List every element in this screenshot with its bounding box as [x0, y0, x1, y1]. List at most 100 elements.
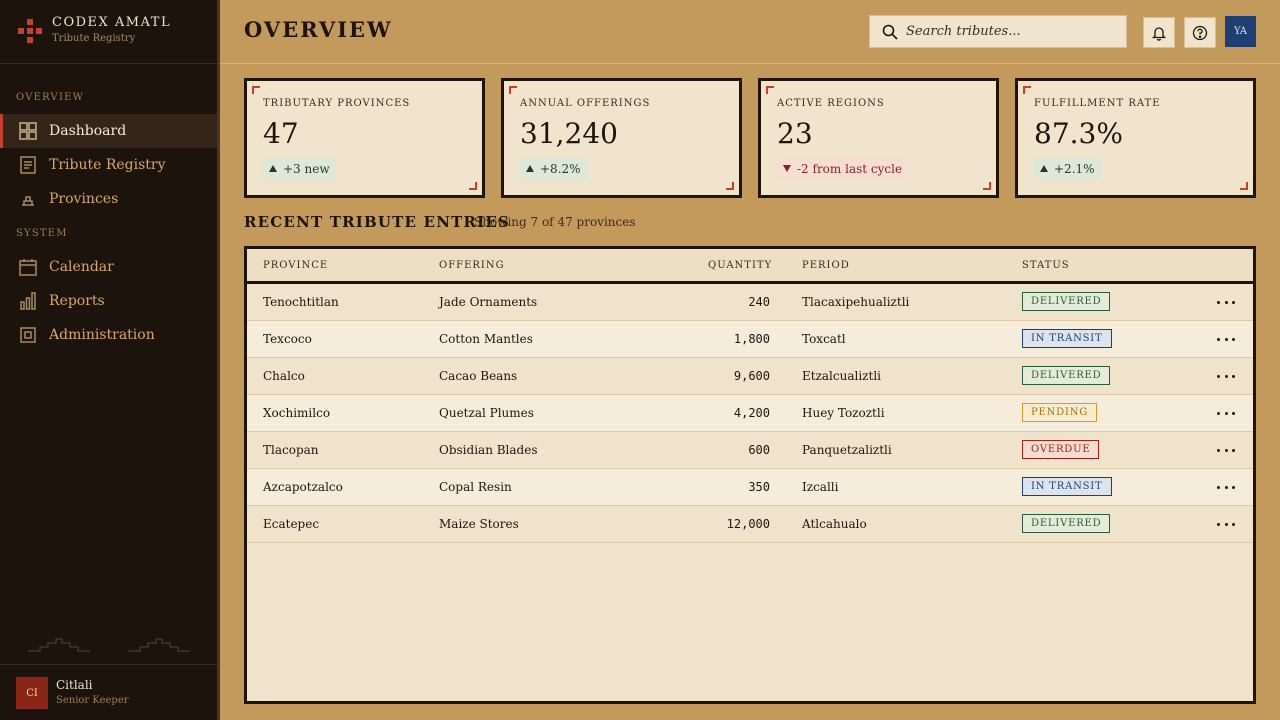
- sidebar-item-dashboard[interactable]: Dashboard: [0, 114, 217, 148]
- stat-card-tributary-provinces: TRIBUTARY PROVINCES 47 +3 new: [244, 78, 485, 198]
- table-row[interactable]: Chalco Cacao Beans 9,600 Etzalcualiztli …: [247, 358, 1253, 395]
- sidebar-item-label: Provinces: [49, 191, 119, 207]
- stat-delta: +2.1%: [1034, 157, 1101, 180]
- nav-section-overview: OVERVIEW: [16, 92, 85, 103]
- stat-delta: -2 from last cycle: [777, 157, 909, 180]
- search-input[interactable]: [906, 24, 1116, 39]
- search-box[interactable]: [869, 15, 1127, 48]
- topbar: OVERVIEW YA: [220, 0, 1280, 64]
- cell-period: Izcalli: [802, 480, 839, 494]
- main-content: OVERVIEW YA TRIBUTARY PROVINCES 47 +3 ne…: [220, 0, 1280, 720]
- cell-offering: Quetzal Plumes: [439, 406, 534, 420]
- cell-offering: Cotton Mantles: [439, 332, 533, 346]
- row-actions-button[interactable]: [1217, 369, 1235, 383]
- sidebar-item-label: Reports: [49, 293, 105, 309]
- cell-period: Atlcahualo: [802, 517, 867, 531]
- cell-quantity: 9,600: [733, 369, 770, 383]
- table-row[interactable]: Ecatepec Maize Stores 12,000 Atlcahualo …: [247, 506, 1253, 543]
- table-row[interactable]: Tlacopan Obsidian Blades 600 Panquetzali…: [247, 432, 1253, 469]
- brand-subtitle: Tribute Registry: [52, 33, 136, 44]
- cell-offering: Cacao Beans: [439, 369, 518, 383]
- user-avatar: CI: [16, 677, 48, 709]
- sidebar-item-reports[interactable]: Reports: [0, 284, 217, 318]
- bell-icon: [1151, 26, 1167, 41]
- row-actions-button[interactable]: [1217, 517, 1235, 531]
- sidebar-item-calendar[interactable]: Calendar: [0, 250, 217, 284]
- stat-delta-text: +2.1%: [1054, 161, 1095, 176]
- column-header-period[interactable]: PERIOD: [802, 260, 850, 271]
- row-actions-button[interactable]: [1217, 295, 1235, 309]
- stat-delta-text: +3 new: [283, 161, 330, 176]
- status-badge: IN TRANSIT: [1022, 477, 1112, 496]
- user-role: Senior Keeper: [56, 695, 129, 706]
- user-name: Citlali: [56, 678, 93, 692]
- sidebar-item-label: Administration: [49, 327, 155, 343]
- temple-icon: [19, 190, 37, 208]
- cell-period: Toxcatl: [802, 332, 846, 346]
- cell-offering: Jade Ornaments: [439, 295, 538, 309]
- column-header-offering[interactable]: OFFERING: [439, 260, 505, 271]
- table-row[interactable]: Texcoco Cotton Mantles 1,800 Toxcatl IN …: [247, 321, 1253, 358]
- cell-province: Chalco: [263, 369, 305, 383]
- cell-province: Xochimilco: [263, 406, 331, 420]
- sidebar-item-label: Tribute Registry: [49, 157, 166, 173]
- brand-title: CODEX AMATL: [52, 15, 172, 30]
- trend-down-icon: [783, 165, 791, 172]
- cell-quantity: 600: [748, 443, 770, 457]
- sidebar-item-label: Dashboard: [49, 123, 127, 139]
- cell-period: Huey Tozoztli: [802, 406, 885, 420]
- help-button[interactable]: [1184, 17, 1216, 48]
- stat-value: 87.3%: [1034, 117, 1123, 150]
- bar-chart-icon: [19, 292, 37, 310]
- cell-quantity: 350: [748, 480, 770, 494]
- row-actions-button[interactable]: [1217, 406, 1235, 420]
- column-header-quantity[interactable]: QUANTITY: [708, 260, 772, 271]
- row-actions-button[interactable]: [1217, 480, 1235, 494]
- page-title: OVERVIEW: [244, 17, 393, 42]
- status-badge: PENDING: [1022, 403, 1098, 422]
- sidebar-item-provinces[interactable]: Provinces: [0, 182, 217, 216]
- stat-value: 47: [263, 117, 299, 150]
- cell-province: Azcapotzalco: [263, 480, 343, 494]
- calendar-icon: [19, 258, 37, 276]
- table-row[interactable]: Tenochtitlan Jade Ornaments 240 Tlacaxip…: [247, 284, 1253, 321]
- sidebar-item-tribute-registry[interactable]: Tribute Registry: [0, 148, 217, 182]
- status-badge: DELIVERED: [1022, 514, 1111, 533]
- stat-label: FULFILLMENT RATE: [1034, 98, 1161, 109]
- stat-delta-text: -2 from last cycle: [797, 161, 903, 176]
- brand: CODEX AMATL Tribute Registry: [0, 0, 217, 64]
- trend-up-icon: [526, 165, 534, 172]
- cell-quantity: 240: [748, 295, 770, 309]
- section-title: RECENT TRIBUTE ENTRIES: [244, 213, 511, 231]
- stat-label: ANNUAL OFFERINGS: [520, 98, 651, 109]
- status-badge: IN TRANSIT: [1022, 329, 1112, 348]
- column-header-status[interactable]: STATUS: [1022, 260, 1070, 271]
- stat-card-fulfillment-rate: FULFILLMENT RATE 87.3% +2.1%: [1015, 78, 1256, 198]
- column-header-province[interactable]: PROVINCE: [263, 260, 328, 271]
- cell-province: Tlacopan: [263, 443, 319, 457]
- user-panel[interactable]: CI Citlali Senior Keeper: [0, 664, 217, 720]
- cell-period: Etzalcualiztli: [802, 369, 881, 383]
- stat-value: 31,240: [520, 117, 618, 150]
- cell-period: Panquetzaliztli: [802, 443, 892, 457]
- cell-quantity: 4,200: [733, 406, 770, 420]
- status-badge: OVERDUE: [1022, 440, 1100, 459]
- cell-offering: Copal Resin: [439, 480, 512, 494]
- status-badge: DELIVERED: [1022, 292, 1111, 311]
- table-row[interactable]: Xochimilco Quetzal Plumes 4,200 Huey Toz…: [247, 395, 1253, 432]
- notifications-button[interactable]: [1143, 17, 1175, 48]
- trend-up-icon: [1040, 165, 1048, 172]
- sidebar-item-label: Calendar: [49, 259, 114, 275]
- account-avatar[interactable]: YA: [1225, 16, 1256, 47]
- sidebar-item-administration[interactable]: Administration: [0, 318, 217, 352]
- help-icon: [1192, 25, 1208, 40]
- stepped-pyramid-ornament: [128, 638, 190, 652]
- table-row[interactable]: Azcapotzalco Copal Resin 350 Izcalli IN …: [247, 469, 1253, 506]
- cell-offering: Maize Stores: [439, 517, 519, 531]
- row-actions-button[interactable]: [1217, 332, 1235, 346]
- admin-icon: [19, 326, 37, 344]
- stepped-pyramid-ornament: [28, 638, 90, 652]
- row-actions-button[interactable]: [1217, 443, 1235, 457]
- stat-label: ACTIVE REGIONS: [777, 98, 885, 109]
- cell-quantity: 1,800: [733, 332, 770, 346]
